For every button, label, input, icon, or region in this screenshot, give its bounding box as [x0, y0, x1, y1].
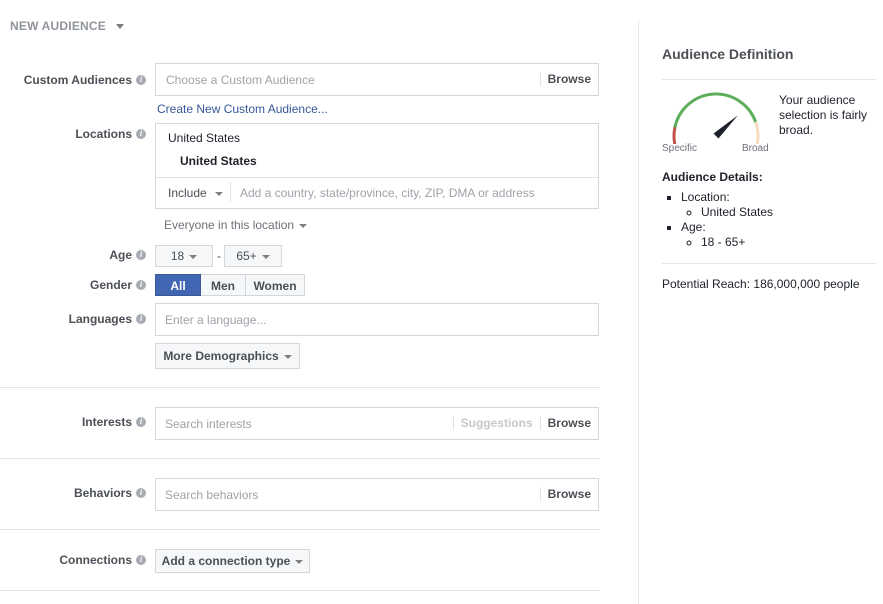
- more-demographics-label: More Demographics: [163, 349, 279, 363]
- label-text: Age: [109, 248, 132, 262]
- chevron-down-icon: [214, 191, 223, 196]
- location-scope-label: Everyone in this location: [164, 218, 295, 232]
- languages-placeholder: Enter a language...: [165, 313, 267, 327]
- chevron-down-icon: [189, 254, 198, 259]
- chevron-down-icon: [299, 223, 308, 228]
- location-search-input[interactable]: Add a country, state/province, city, ZIP…: [240, 186, 535, 200]
- detail-name: Age:: [681, 220, 706, 234]
- info-icon[interactable]: i: [136, 279, 146, 290]
- locations-label: Locations i: [0, 127, 146, 141]
- gauge-mid-arc: [673, 92, 758, 128]
- create-custom-audience-link[interactable]: Create New Custom Audience...: [157, 102, 328, 116]
- gauge-needle: [713, 115, 738, 139]
- location-scope-dropdown[interactable]: Everyone in this location: [164, 218, 308, 232]
- gauge-broad-label: Broad: [742, 143, 769, 154]
- chevron-down-icon: [115, 24, 124, 30]
- location-group-name: United States: [168, 131, 241, 145]
- age-min-select[interactable]: 18: [155, 245, 213, 267]
- audience-details-list: Location: United States Age: 18 - 65+: [662, 190, 876, 250]
- gauge-specific-arc: [672, 124, 677, 144]
- audience-dropdown[interactable]: NEW AUDIENCE: [10, 19, 124, 33]
- label-text: Connections: [59, 553, 132, 567]
- more-demographics-button[interactable]: More Demographics: [155, 343, 300, 369]
- gauge-broad-arc: [754, 121, 760, 144]
- info-icon[interactable]: i: [136, 74, 146, 85]
- section-divider: [0, 458, 600, 459]
- label-text: Interests: [81, 415, 132, 429]
- custom-audience-browse-button[interactable]: Browse: [539, 72, 591, 86]
- custom-audiences-label: Custom Audiences i: [0, 73, 146, 87]
- sidebar-divider: [638, 20, 639, 604]
- languages-label: Languages i: [0, 312, 146, 326]
- chevron-down-icon: [261, 254, 270, 259]
- gender-label: Gender i: [0, 278, 146, 292]
- add-connection-label: Add a connection type: [161, 554, 291, 568]
- audience-title: NEW AUDIENCE: [10, 19, 106, 33]
- label-text: Custom Audiences: [23, 73, 132, 87]
- info-icon[interactable]: i: [136, 128, 146, 139]
- include-dropdown[interactable]: Include: [168, 186, 223, 200]
- include-label: Include: [168, 186, 207, 200]
- divider: [230, 182, 231, 202]
- add-connection-type-button[interactable]: Add a connection type: [155, 549, 310, 573]
- behaviors-browse-button[interactable]: Browse: [539, 487, 591, 501]
- age-max-select[interactable]: 65+: [224, 245, 282, 267]
- detail-value: United States: [701, 205, 876, 220]
- interests-label: Interests i: [0, 415, 146, 429]
- gender-all-button[interactable]: All: [155, 274, 201, 296]
- selected-location[interactable]: United States: [180, 154, 257, 168]
- sidebar-divider-line: [662, 79, 876, 80]
- potential-reach: Potential Reach: 186,000,000 people: [662, 277, 860, 291]
- divider: [156, 177, 598, 178]
- connections-label: Connections i: [0, 553, 146, 567]
- custom-audience-placeholder: Choose a Custom Audience: [166, 73, 315, 87]
- interests-actions: Suggestions Browse: [452, 416, 591, 430]
- audience-definition-title: Audience Definition: [662, 46, 794, 62]
- detail-name: Location:: [681, 190, 730, 204]
- info-icon[interactable]: i: [136, 313, 146, 324]
- chevron-down-icon: [283, 354, 292, 359]
- audience-details-title: Audience Details:: [662, 170, 763, 184]
- suggestions-button[interactable]: Suggestions: [452, 416, 540, 430]
- behaviors-placeholder: Search behaviors: [165, 488, 259, 502]
- interests-placeholder: Search interests: [165, 417, 252, 431]
- behaviors-input[interactable]: Search behaviors Browse: [155, 478, 599, 511]
- section-divider: [0, 529, 600, 530]
- gender-women-button[interactable]: Women: [246, 274, 305, 296]
- label-text: Locations: [75, 127, 132, 141]
- gauge-description: Your audience selection is fairly broad.: [779, 93, 868, 137]
- info-icon[interactable]: i: [136, 416, 146, 427]
- sidebar-divider-line: [662, 263, 876, 264]
- gender-toggle: All Men Women: [155, 274, 305, 296]
- gender-men-button[interactable]: Men: [201, 274, 246, 296]
- detail-value: 18 - 65+: [701, 235, 876, 250]
- section-divider: [0, 590, 600, 591]
- detail-location: Location: United States: [681, 190, 876, 220]
- behaviors-label: Behaviors i: [0, 486, 146, 500]
- custom-audience-input[interactable]: Choose a Custom Audience Browse: [155, 63, 599, 96]
- languages-input[interactable]: Enter a language...: [155, 303, 599, 336]
- info-icon[interactable]: i: [136, 554, 146, 565]
- locations-box: United States United States Include Add …: [155, 123, 599, 209]
- chevron-down-icon: [295, 559, 304, 564]
- gauge-specific-label: Specific: [662, 143, 698, 154]
- age-label: Age i: [0, 248, 146, 262]
- interests-browse-button[interactable]: Browse: [539, 416, 591, 430]
- interests-input[interactable]: Search interests Suggestions Browse: [155, 407, 599, 440]
- info-icon[interactable]: i: [136, 487, 146, 498]
- info-icon[interactable]: i: [136, 249, 146, 260]
- label-text: Behaviors: [73, 486, 132, 500]
- label-text: Gender: [89, 278, 132, 292]
- age-separator: -: [217, 249, 221, 263]
- age-min-value: 18: [170, 249, 185, 263]
- section-divider: [0, 387, 600, 388]
- detail-age: Age: 18 - 65+: [681, 220, 876, 250]
- label-text: Languages: [68, 312, 132, 326]
- age-max-value: 65+: [236, 249, 257, 263]
- audience-size-gauge: [672, 92, 760, 144]
